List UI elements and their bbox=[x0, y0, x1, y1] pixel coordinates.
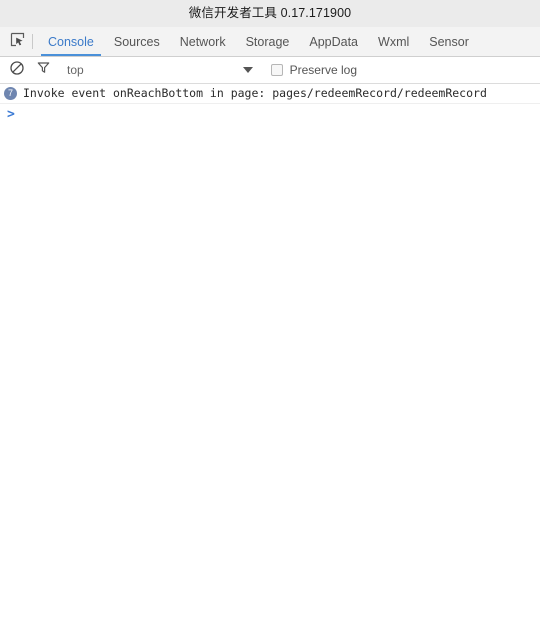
tab-network[interactable]: Network bbox=[170, 27, 236, 56]
tab-console-label: Console bbox=[48, 34, 94, 49]
tab-wxml-label: Wxml bbox=[378, 34, 410, 49]
window-titlebar: 微信开发者工具 0.17.171900 bbox=[0, 0, 540, 27]
preserve-log-toggle[interactable]: Preserve log bbox=[270, 63, 357, 77]
inspect-element-button[interactable] bbox=[4, 27, 30, 56]
funnel-filter-icon bbox=[37, 61, 50, 79]
tab-appdata-label: AppData bbox=[309, 34, 359, 49]
console-filter-bar: top Preserve log bbox=[0, 57, 540, 84]
tab-storage-label: Storage bbox=[245, 34, 290, 49]
execution-context-selector[interactable]: top bbox=[67, 63, 84, 77]
console-message-row[interactable]: 7 Invoke event onReachBottom in page: pa… bbox=[0, 84, 540, 104]
inspect-element-icon bbox=[10, 32, 25, 52]
tab-sensor[interactable]: Sensor bbox=[419, 27, 479, 56]
chevron-down-icon[interactable] bbox=[242, 67, 253, 73]
toolbar-divider bbox=[32, 34, 33, 49]
status-badge: 7 bbox=[4, 87, 17, 100]
tab-wxml[interactable]: Wxml bbox=[368, 27, 419, 56]
devtools-tabbar: Console Sources Network Storage AppData … bbox=[0, 27, 540, 57]
preserve-log-checkbox[interactable] bbox=[270, 64, 283, 76]
prompt-chevron-icon: > bbox=[7, 106, 15, 122]
tab-sensor-label: Sensor bbox=[429, 34, 469, 49]
tab-network-label: Network bbox=[179, 34, 226, 49]
tab-sources-label: Sources bbox=[113, 34, 160, 49]
devtools-window: 微信开发者工具 0.17.171900 Console Sources Netw… bbox=[0, 0, 540, 634]
console-message-text: Invoke event onReachBottom in page: page… bbox=[23, 86, 487, 100]
clear-console-icon bbox=[10, 60, 24, 80]
tab-console[interactable]: Console bbox=[38, 27, 104, 56]
tab-list: Console Sources Network Storage AppData … bbox=[38, 27, 479, 56]
console-input[interactable] bbox=[21, 105, 540, 123]
preserve-log-label: Preserve log bbox=[289, 63, 357, 77]
console-prompt-row[interactable]: > bbox=[0, 104, 540, 124]
tab-sources[interactable]: Sources bbox=[104, 27, 170, 56]
console-output: 7 Invoke event onReachBottom in page: pa… bbox=[0, 84, 540, 634]
console-empty-area bbox=[0, 124, 540, 634]
window-title: 微信开发者工具 0.17.171900 bbox=[188, 6, 352, 21]
filter-button[interactable] bbox=[33, 60, 53, 80]
tab-storage[interactable]: Storage bbox=[236, 27, 300, 56]
tab-appdata[interactable]: AppData bbox=[299, 27, 368, 56]
clear-console-button[interactable] bbox=[7, 60, 27, 80]
